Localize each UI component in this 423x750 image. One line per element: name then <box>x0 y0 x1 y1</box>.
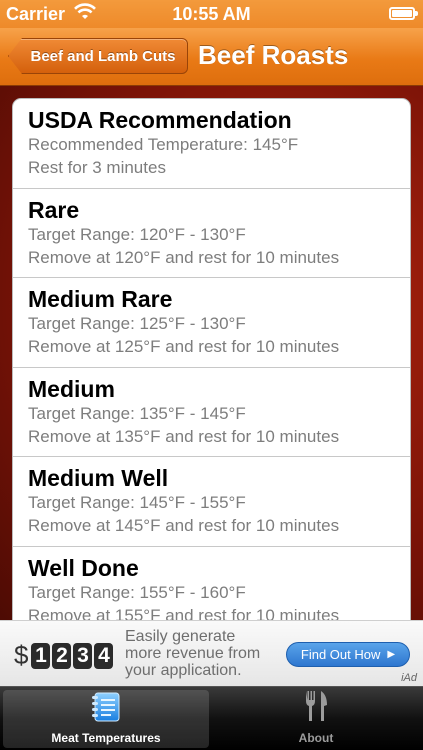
ad-button-label: Find Out How <box>300 647 381 662</box>
back-button[interactable]: Beef and Lamb Cuts <box>8 38 188 74</box>
list-item-title: USDA Recommendation <box>28 107 292 133</box>
list-item-detail: Rest for 3 minutes <box>28 158 166 177</box>
ad-text-line: more revenue from <box>125 645 261 662</box>
ad-dollar-sign: $ <box>14 640 29 670</box>
list-item-title: Medium <box>28 375 115 402</box>
list-item-detail: Target Range: 120°F - 130°F <box>28 224 246 244</box>
ad-banner[interactable]: $ 1 2 3 4 Easily generate more revenue f… <box>0 620 423 686</box>
find-out-how-button[interactable]: Find Out How ▶ <box>286 642 410 667</box>
ad-digit: 1 <box>31 642 51 669</box>
list-item-detail: Remove at 125°F and rest for 10 minutes <box>28 337 340 356</box>
notepad-icon <box>89 691 123 731</box>
list-item-detail: Target Range: 145°F - 155°F <box>28 493 246 512</box>
list-item-detail: Recommended Temperature: 145°F <box>28 135 299 154</box>
list-item-title: Well Done <box>28 554 139 581</box>
list-item-detail: Target Range: 155°F - 160°F <box>28 582 246 602</box>
list-item-medium[interactable]: Medium Target Range: 135°F - 145°F Remov… <box>13 368 410 457</box>
list-item-medium-rare[interactable]: Medium Rare Target Range: 125°F - 130°F … <box>13 278 410 368</box>
list-item-title: Medium Well <box>28 465 169 491</box>
status-bar: Carrier 10:55 AM <box>0 0 423 28</box>
battery-icon <box>389 7 418 20</box>
list-item-usda[interactable]: USDA Recommendation Recommended Temperat… <box>13 99 410 189</box>
list-item-rare[interactable]: Rare Target Range: 120°F - 130°F Remove … <box>13 189 410 278</box>
list-item-title: Medium Rare <box>28 286 173 312</box>
content-area[interactable]: USDA Recommendation Recommended Temperat… <box>0 86 423 620</box>
list-item-medium-well[interactable]: Medium Well Target Range: 145°F - 155°F … <box>13 457 410 547</box>
ad-text: Easily generate more revenue from your a… <box>125 628 260 679</box>
ad-counter: $ 1 2 3 4 <box>14 640 115 671</box>
iad-logo: iAd <box>401 672 417 684</box>
list-item-detail: Target Range: 135°F - 145°F <box>28 403 246 423</box>
ad-text-line: your application. <box>125 662 242 679</box>
page-title: Beef Roasts <box>198 40 349 70</box>
ad-digit: 2 <box>52 642 72 669</box>
doneness-list: USDA Recommendation Recommended Temperat… <box>12 98 411 620</box>
ad-digit: 3 <box>73 642 93 669</box>
tab-meat-temperatures[interactable]: Meat Temperatures <box>3 690 209 748</box>
ad-digit: 4 <box>94 642 114 669</box>
tab-bar: Meat Temperatures About <box>0 686 423 750</box>
tab-label: About <box>298 731 334 745</box>
play-arrow-icon: ▶ <box>387 649 396 660</box>
tab-about[interactable]: About <box>212 690 420 748</box>
list-item-detail: Remove at 120°F and rest for 10 minutes <box>28 247 340 267</box>
list-item-well-done[interactable]: Well Done Target Range: 155°F - 160°F Re… <box>13 547 410 621</box>
list-item-title: Rare <box>28 196 80 223</box>
list-item-detail: Target Range: 125°F - 130°F <box>28 314 246 333</box>
navigation-bar: Beef and Lamb Cuts Beef Roasts <box>0 28 423 86</box>
list-item-detail: Remove at 145°F and rest for 10 minutes <box>28 516 340 535</box>
ad-text-line: Easily generate <box>125 628 236 645</box>
list-item-detail: Remove at 155°F and rest for 10 minutes <box>28 605 340 621</box>
list-item-detail: Remove at 135°F and rest for 10 minutes <box>28 426 340 446</box>
clock: 10:55 AM <box>172 4 251 24</box>
tab-label: Meat Temperatures <box>51 731 161 745</box>
fork-knife-icon <box>301 689 331 731</box>
